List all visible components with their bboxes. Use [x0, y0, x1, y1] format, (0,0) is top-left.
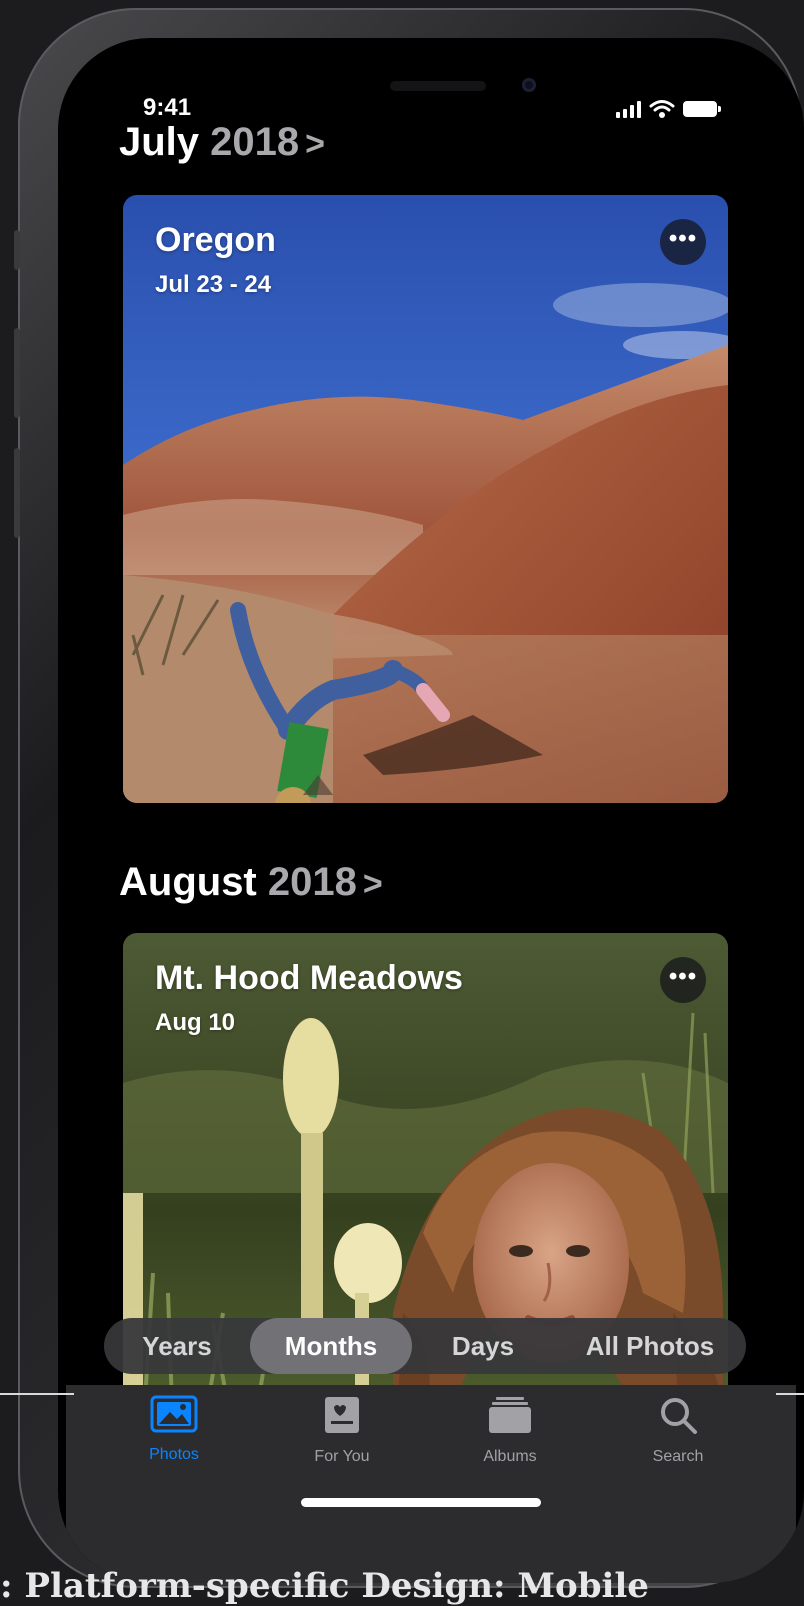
front-camera [522, 78, 536, 92]
tab-label: For You [314, 1448, 370, 1465]
phone-frame: 9:41 July 2018 > Oregon Jul 23 - 24 ••• … [14, 8, 804, 1588]
status-icons [616, 98, 721, 120]
more-options-button[interactable]: ••• [660, 957, 706, 1003]
tab-label: Albums [483, 1448, 537, 1465]
albums-icon [489, 1397, 531, 1433]
month-year: 2018 [267, 860, 357, 904]
search-icon [661, 1398, 697, 1434]
battery-icon [683, 101, 721, 117]
card-title: Mt. Hood Meadows [155, 959, 463, 997]
earpiece-speaker [390, 81, 486, 91]
tab-photos[interactable]: Photos [114, 1395, 234, 1464]
cellular-signal-icon [616, 100, 641, 118]
status-time: 9:41 [143, 94, 192, 121]
segment-days[interactable]: Days [428, 1318, 538, 1374]
month-header-july[interactable]: July 2018 > [119, 120, 325, 165]
more-options-button[interactable]: ••• [660, 219, 706, 265]
screen-bezel: 9:41 July 2018 > Oregon Jul 23 - 24 ••• … [58, 38, 804, 1583]
chevron-right-icon: > [305, 125, 326, 163]
tab-for-you[interactable]: For You [282, 1395, 402, 1466]
month-header-august[interactable]: August 2018 > [119, 860, 383, 905]
month-name: August [119, 860, 257, 904]
photos-screen: 9:41 July 2018 > Oregon Jul 23 - 24 ••• … [66, 38, 796, 1583]
wifi-icon [649, 100, 675, 118]
tab-label: Search [652, 1448, 704, 1465]
moment-card-oregon[interactable]: Oregon Jul 23 - 24 ••• [123, 195, 728, 803]
card-title: Oregon [155, 221, 276, 259]
mute-switch [14, 230, 20, 270]
tab-search[interactable]: Search [618, 1395, 738, 1466]
month-year: 2018 [210, 120, 300, 164]
volume-up-button [14, 328, 20, 418]
card-date: Jul 23 - 24 [155, 271, 272, 298]
tab-label: Photos [149, 1446, 199, 1463]
divider-line [776, 1393, 804, 1395]
view-selector: Years Months Days All Photos [104, 1318, 746, 1374]
chevron-right-icon: > [362, 865, 383, 903]
tab-bar: Photos For You Albums Search [66, 1385, 796, 1583]
photos-icon [150, 1395, 198, 1433]
for-you-icon [325, 1397, 359, 1433]
card-date: Aug 10 [155, 1009, 236, 1036]
divider-line [0, 1393, 74, 1395]
volume-down-button [14, 448, 20, 538]
segment-months[interactable]: Months [250, 1318, 412, 1374]
segment-years[interactable]: Years [122, 1318, 232, 1374]
segment-all-photos[interactable]: All Photos [566, 1318, 734, 1374]
tab-albums[interactable]: Albums [450, 1395, 570, 1466]
month-name: July [119, 120, 200, 164]
slide-caption: : Platform-specific Design: Mobile [0, 1566, 649, 1606]
home-indicator[interactable] [301, 1498, 541, 1507]
